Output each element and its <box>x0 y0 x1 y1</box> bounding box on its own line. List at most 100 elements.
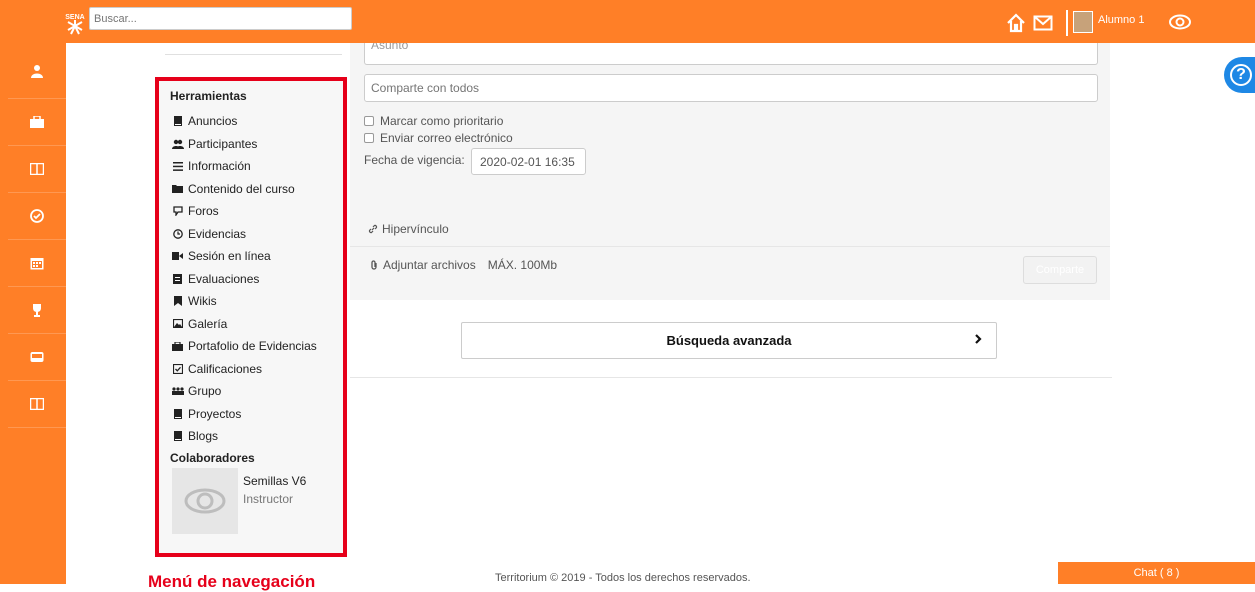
video-icon <box>171 251 184 262</box>
tools-panel: Herramientas Anuncios Participantes Info… <box>155 77 347 557</box>
chevron-right-icon <box>974 333 982 348</box>
tool-item-portafolio[interactable]: Portafolio de Evidencias <box>171 335 317 358</box>
book-icon[interactable] <box>8 146 66 193</box>
users-icon <box>171 138 184 149</box>
checkbox-box[interactable] <box>364 133 374 143</box>
mail-icon[interactable] <box>1033 11 1053 35</box>
question-icon: ? <box>1230 64 1252 86</box>
forum-icon <box>171 206 184 217</box>
tool-item-sesion[interactable]: Sesión en línea <box>171 245 317 268</box>
book-icon <box>171 116 184 127</box>
clock-icon <box>171 228 184 239</box>
tool-label: Foros <box>188 204 219 219</box>
date-label: Fecha de vigencia: <box>364 153 465 167</box>
footer-text: Territorium © 2019 - Todos los derechos … <box>495 572 751 584</box>
tool-item-grupo[interactable]: Grupo <box>171 380 317 403</box>
book-icon[interactable] <box>8 381 66 428</box>
advanced-search-button[interactable]: Búsqueda avanzada <box>461 322 997 359</box>
tool-item-galeria[interactable]: Galería <box>171 313 317 336</box>
hyperlink-button[interactable]: Hipervínculo <box>368 222 449 236</box>
tool-label: Participantes <box>188 136 258 151</box>
paperclip-icon <box>371 260 377 270</box>
subject-input[interactable]: Asunto <box>364 43 1098 65</box>
user-icon[interactable] <box>8 43 66 99</box>
tool-item-evidencias[interactable]: Evidencias <box>171 223 317 246</box>
calendar-icon[interactable] <box>8 240 66 287</box>
tool-label: Portafolio de Evidencias <box>188 339 317 354</box>
book-icon <box>171 431 184 442</box>
tool-item-blogs[interactable]: Blogs <box>171 425 317 448</box>
share-button[interactable]: Comparte <box>1023 256 1097 284</box>
collaborator-avatar[interactable] <box>172 468 238 534</box>
navigation-menu-caption: Menú de navegación <box>148 572 316 591</box>
trophy-icon[interactable] <box>8 287 66 334</box>
tool-item-foros[interactable]: Foros <box>171 200 317 223</box>
svg-text:SENA: SENA <box>65 14 84 21</box>
tool-item-anuncios[interactable]: Anuncios <box>171 110 317 133</box>
side-navigation <box>8 43 66 584</box>
panel-top-edge <box>165 43 342 55</box>
sena-logo[interactable]: SENA <box>62 10 88 36</box>
tool-item-evaluaciones[interactable]: Evaluaciones <box>171 268 317 291</box>
advanced-search-label: Búsqueda avanzada <box>666 333 792 348</box>
tool-label: Galería <box>188 316 228 331</box>
group-icon <box>171 386 184 397</box>
email-label: Enviar correo electrónico <box>380 131 513 145</box>
check-circle-icon[interactable] <box>8 193 66 240</box>
tool-label: Sesión en línea <box>188 249 271 264</box>
tool-label: Grupo <box>188 384 222 399</box>
tool-label: Anuncios <box>188 114 238 129</box>
help-button[interactable]: ? <box>1224 57 1255 93</box>
tool-label: Proyectos <box>188 406 242 421</box>
post-composer-attachments <box>350 246 1110 300</box>
search-input[interactable] <box>89 7 352 30</box>
tool-item-wikis[interactable]: Wikis <box>171 290 317 313</box>
tool-label: Información <box>188 159 251 174</box>
list-icon <box>171 161 184 172</box>
home-icon[interactable] <box>1006 11 1026 35</box>
checkbox-box[interactable] <box>364 116 374 126</box>
tool-label: Evidencias <box>188 226 247 241</box>
share-input[interactable] <box>364 74 1098 102</box>
folder-icon <box>171 183 184 194</box>
briefcase-icon <box>171 341 184 352</box>
email-checkbox[interactable]: Enviar correo electrónico <box>364 131 513 145</box>
link-icon <box>368 224 378 234</box>
tools-list: Anuncios Participantes Información Conte… <box>171 110 317 448</box>
eye-icon[interactable] <box>1168 14 1192 33</box>
tool-item-proyectos[interactable]: Proyectos <box>171 403 317 426</box>
avatar[interactable] <box>1073 11 1093 33</box>
tool-item-calificaciones[interactable]: Calificaciones <box>171 358 317 381</box>
attach-files-button[interactable]: Adjuntar archivos MÁX. 100Mb <box>370 258 557 272</box>
date-input[interactable] <box>471 148 586 175</box>
collaborator-role: Instructor <box>243 492 294 506</box>
tool-label: Contenido del curso <box>188 181 295 196</box>
chat-button[interactable]: Chat ( 8 ) <box>1058 562 1255 584</box>
inbox-icon[interactable] <box>8 334 66 381</box>
book-icon <box>171 408 184 419</box>
briefcase-icon[interactable] <box>8 99 66 146</box>
hyperlink-label: Hipervínculo <box>382 222 449 236</box>
header-divider <box>1066 10 1068 36</box>
priority-label: Marcar como prioritario <box>380 114 504 128</box>
collaborators-title: Colaboradores <box>170 451 255 465</box>
tool-item-informacion[interactable]: Información <box>171 155 317 178</box>
tools-title: Herramientas <box>170 89 247 103</box>
image-icon <box>171 318 184 329</box>
attach-label: Adjuntar archivos <box>383 258 476 272</box>
priority-checkbox[interactable]: Marcar como prioritario <box>364 114 503 128</box>
tool-label: Blogs <box>188 429 219 444</box>
bookmark-icon <box>171 296 184 307</box>
tool-label: Calificaciones <box>188 361 263 376</box>
eye-icon <box>184 488 226 514</box>
tool-label: Wikis <box>188 294 217 309</box>
clipboard-icon <box>171 273 184 284</box>
user-name[interactable]: Alumno 1 <box>1098 14 1144 26</box>
tool-item-participantes[interactable]: Participantes <box>171 133 317 156</box>
max-size-label: MÁX. 100Mb <box>487 258 558 272</box>
collaborator-name[interactable]: Semillas V6 <box>243 474 306 488</box>
left-edge-strip <box>0 0 8 584</box>
section-divider <box>350 377 1112 378</box>
tool-label: Evaluaciones <box>188 271 260 286</box>
tool-item-contenido[interactable]: Contenido del curso <box>171 178 317 201</box>
